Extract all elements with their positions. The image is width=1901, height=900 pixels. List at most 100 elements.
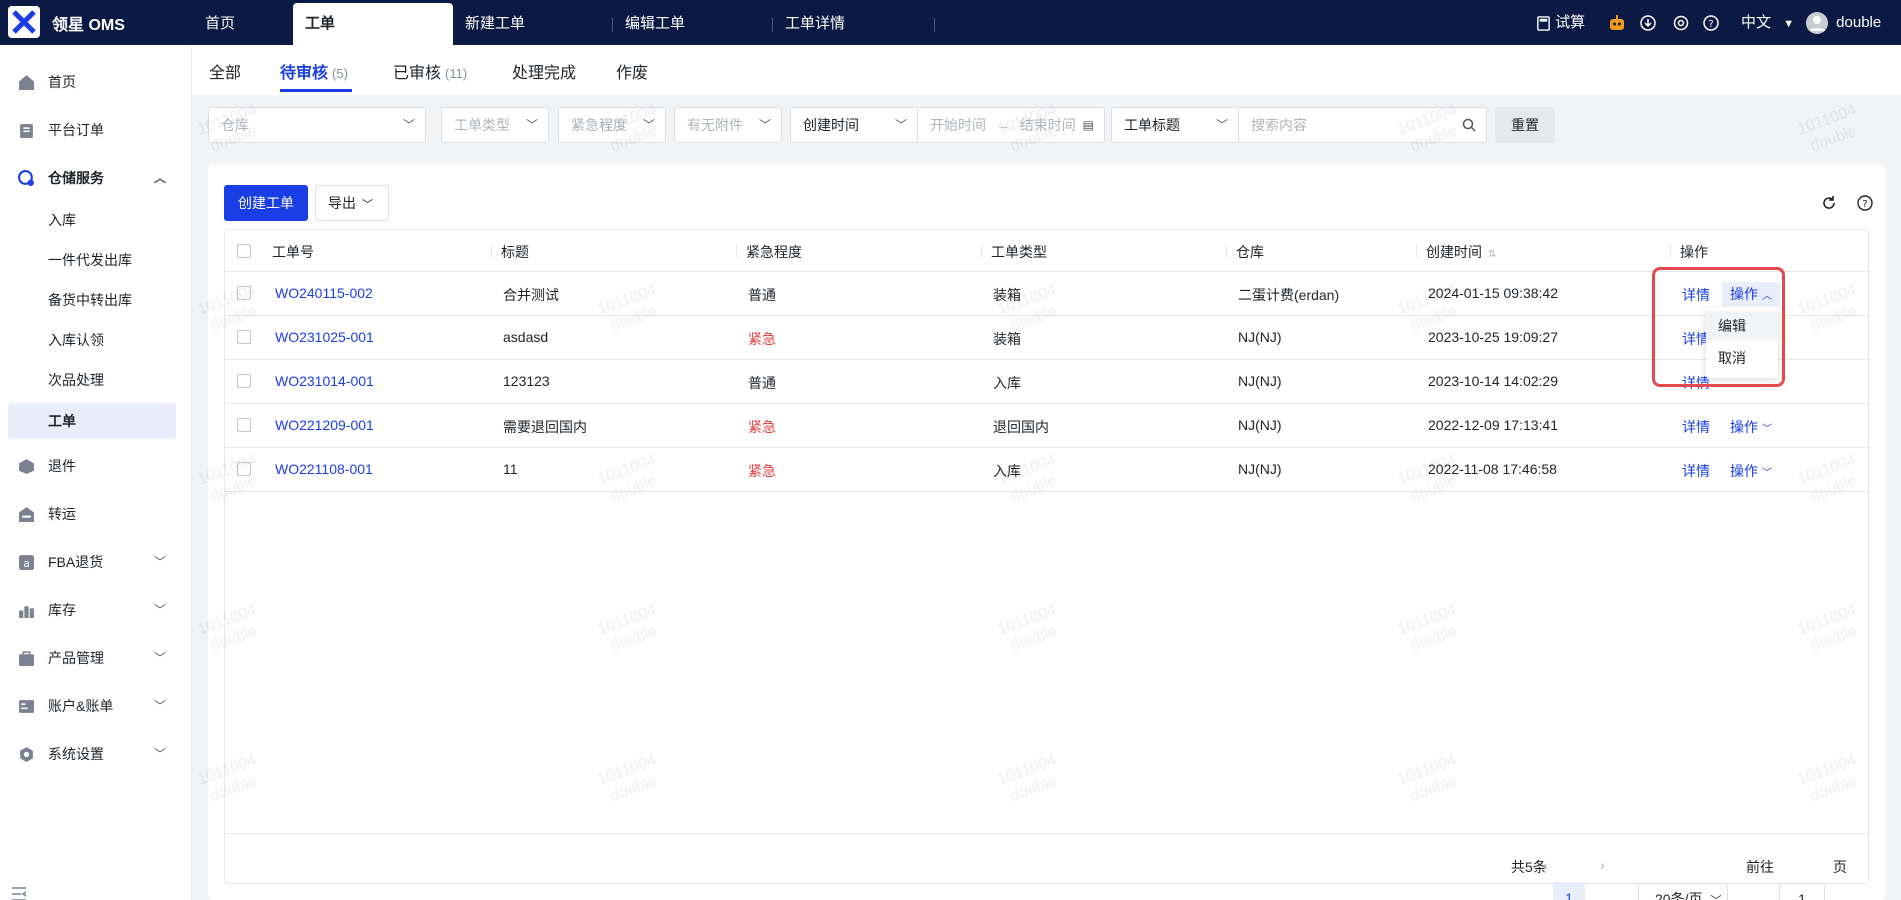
prev-page-icon[interactable]: ‹ bbox=[1543, 857, 1548, 873]
column-header-actions: 操作 bbox=[1670, 242, 1708, 262]
detail-link[interactable]: 详情 bbox=[1682, 461, 1710, 481]
actions-label: 操作 bbox=[1730, 463, 1758, 479]
row-checkbox[interactable] bbox=[237, 374, 251, 388]
top-tab-label: 编辑工单 bbox=[625, 15, 686, 32]
row-checkbox[interactable] bbox=[237, 330, 251, 344]
chevron-down-icon: ﹀ bbox=[1710, 895, 1721, 900]
sidebar-label: 首页 bbox=[48, 74, 76, 90]
chevron-down-icon: ﹀ bbox=[153, 651, 166, 665]
sidebar-item-products[interactable]: 产品管理 ﹀ bbox=[0, 638, 192, 678]
sidebar-subitem-stock-transfer[interactable]: 备货中转出库 bbox=[48, 285, 132, 315]
tab-reviewed[interactable]: 已审核 (11) bbox=[393, 59, 467, 83]
sidebar-item-accounts[interactable]: 账户&账单 ﹀ bbox=[0, 686, 192, 726]
sidebar-subitem-defective[interactable]: 次品处理 bbox=[48, 365, 104, 395]
actions-dropdown-button[interactable]: 操作 ﹀ bbox=[1730, 417, 1772, 437]
robot-button[interactable] bbox=[1608, 0, 1626, 45]
sidebar-subitem-dropship-outbound[interactable]: 一件代发出库 bbox=[48, 245, 132, 275]
row-checkbox[interactable] bbox=[237, 462, 251, 476]
date-range-picker[interactable]: 开始时间 → 结束时间 ▤ bbox=[917, 107, 1105, 143]
top-tab-workorder-detail[interactable]: 工单详情 bbox=[773, 3, 935, 45]
sidebar-subitem-workorder[interactable]: 工单 bbox=[8, 403, 176, 439]
sidebar-item-system-settings[interactable]: 系统设置 ﹀ bbox=[0, 734, 192, 774]
settings-button[interactable] bbox=[1673, 0, 1689, 45]
next-page-icon[interactable]: › bbox=[1600, 857, 1605, 873]
user-menu[interactable]: double bbox=[1806, 0, 1881, 45]
order-type-select[interactable]: 工单类型 ﹀ bbox=[441, 107, 549, 143]
cell-urgency: 紧急 bbox=[748, 419, 776, 435]
workorder-id-link[interactable]: WO240115-002 bbox=[275, 285, 373, 301]
column-divider bbox=[1670, 244, 1671, 258]
actions-label: 操作 bbox=[1730, 419, 1758, 435]
cell-urgency: 紧急 bbox=[748, 463, 776, 479]
calc-label: 试算 bbox=[1555, 14, 1586, 31]
search-input[interactable]: 搜索内容 bbox=[1238, 107, 1487, 143]
collapse-sidebar-icon[interactable] bbox=[10, 885, 28, 900]
cell-warehouse: NJ(NJ) bbox=[1238, 417, 1282, 433]
cell-warehouse: NJ(NJ) bbox=[1238, 329, 1282, 345]
urgency-select[interactable]: 紧急程度 ﹀ bbox=[558, 107, 666, 143]
sidebar-item-inventory[interactable]: 库存 ﹀ bbox=[0, 590, 192, 630]
download-button[interactable] bbox=[1640, 0, 1656, 45]
reset-button[interactable]: 重置 bbox=[1495, 107, 1555, 143]
sidebar-item-returns[interactable]: 退件 bbox=[0, 446, 192, 486]
column-divider bbox=[1226, 244, 1227, 258]
workorder-id-link[interactable]: WO231014-001 bbox=[275, 373, 374, 389]
detail-link[interactable]: 详情 bbox=[1682, 417, 1710, 437]
language-select[interactable]: 中文 ▼ bbox=[1741, 0, 1794, 45]
actions-dropdown-button[interactable]: 操作 ﹀ bbox=[1730, 461, 1772, 481]
page-number-current[interactable]: 1 bbox=[1553, 882, 1585, 900]
sidebar-subitem-inbound-claim[interactable]: 入库认领 bbox=[48, 325, 104, 355]
page-size-select[interactable]: 20条/页 ﹀ bbox=[1638, 883, 1728, 900]
row-checkbox[interactable] bbox=[237, 286, 251, 300]
sidebar-subitem-inbound[interactable]: 入库 bbox=[48, 205, 76, 235]
workorder-id-link[interactable]: WO231025-001 bbox=[275, 329, 374, 345]
sidebar-label: 账户&账单 bbox=[48, 698, 114, 714]
attachment-select[interactable]: 有无附件 ﹀ bbox=[674, 107, 782, 143]
help-icon[interactable]: ? bbox=[1857, 195, 1873, 211]
chevron-down-icon: ﹀ bbox=[894, 118, 907, 132]
workorder-id-link[interactable]: WO221209-001 bbox=[275, 417, 374, 433]
sidebar-item-fba-returns[interactable]: a FBA退货 ﹀ bbox=[0, 542, 192, 582]
sidebar-item-warehouse[interactable]: 仓储服务 ︿ bbox=[0, 158, 192, 198]
tab-completed[interactable]: 处理完成 bbox=[512, 59, 576, 83]
time-field-select[interactable]: 创建时间 ﹀ bbox=[790, 107, 918, 143]
tab-voided[interactable]: 作废 bbox=[616, 59, 648, 83]
cell-urgency: 紧急 bbox=[748, 331, 776, 347]
app-logo[interactable] bbox=[8, 6, 40, 38]
calculator-icon bbox=[1537, 15, 1550, 31]
sidebar-label: 仓储服务 bbox=[48, 170, 104, 186]
goto-prefix: 前往 bbox=[1746, 859, 1774, 875]
calc-button[interactable]: 试算 bbox=[1536, 0, 1585, 45]
top-tab-workorder[interactable]: 工单 bbox=[293, 3, 453, 45]
tab-all[interactable]: 全部 bbox=[209, 59, 241, 83]
select-all-checkbox[interactable] bbox=[237, 244, 251, 258]
top-tab-home[interactable]: 首页 bbox=[193, 3, 293, 45]
search-placeholder: 搜索内容 bbox=[1251, 117, 1307, 133]
create-workorder-button[interactable]: 创建工单 bbox=[224, 185, 308, 221]
table-row: WO221108-001 11 紧急 入库 NJ(NJ) 2022-11-08 … bbox=[225, 448, 1870, 492]
sidebar-item-transfer[interactable]: 转运 bbox=[0, 494, 192, 534]
top-tab-label: 工单 bbox=[305, 15, 336, 32]
sidebar-item-home[interactable]: 首页 bbox=[0, 62, 192, 102]
row-checkbox[interactable] bbox=[237, 418, 251, 432]
top-tab-new-workorder[interactable]: 新建工单 bbox=[453, 3, 613, 45]
tab-label: 处理完成 bbox=[512, 65, 577, 82]
tab-pending-review[interactable]: 待审核 (5) bbox=[280, 59, 348, 83]
cell-type: 装箱 bbox=[993, 287, 1021, 303]
refresh-icon[interactable] bbox=[1821, 195, 1837, 211]
table-row: WO231014-001 123123 普通 入库 NJ(NJ) 2023-10… bbox=[225, 360, 1870, 404]
top-tab-edit-workorder[interactable]: 编辑工单 bbox=[613, 3, 773, 45]
page-size-value: 20条/页 bbox=[1655, 891, 1703, 900]
goto-page-input[interactable]: 1 bbox=[1779, 883, 1825, 900]
workorder-id-link[interactable]: WO221108-001 bbox=[275, 461, 373, 477]
help-button[interactable]: ? bbox=[1703, 0, 1719, 45]
sidebar-item-platform-orders[interactable]: 平台订单 bbox=[0, 110, 192, 150]
search-field-select[interactable]: 工单标题 ﹀ bbox=[1111, 107, 1239, 143]
column-header-label: 操作 bbox=[1680, 244, 1708, 260]
export-button[interactable]: 导出 ﹀ bbox=[315, 185, 389, 221]
chevron-down-icon: ﹀ bbox=[758, 118, 771, 132]
column-header-created[interactable]: 创建时间 ⇅ bbox=[1416, 242, 1496, 262]
warehouse-select[interactable]: 仓库 ﹀ bbox=[208, 107, 426, 143]
svg-text:?: ? bbox=[1708, 19, 1713, 30]
column-divider bbox=[1416, 244, 1417, 258]
